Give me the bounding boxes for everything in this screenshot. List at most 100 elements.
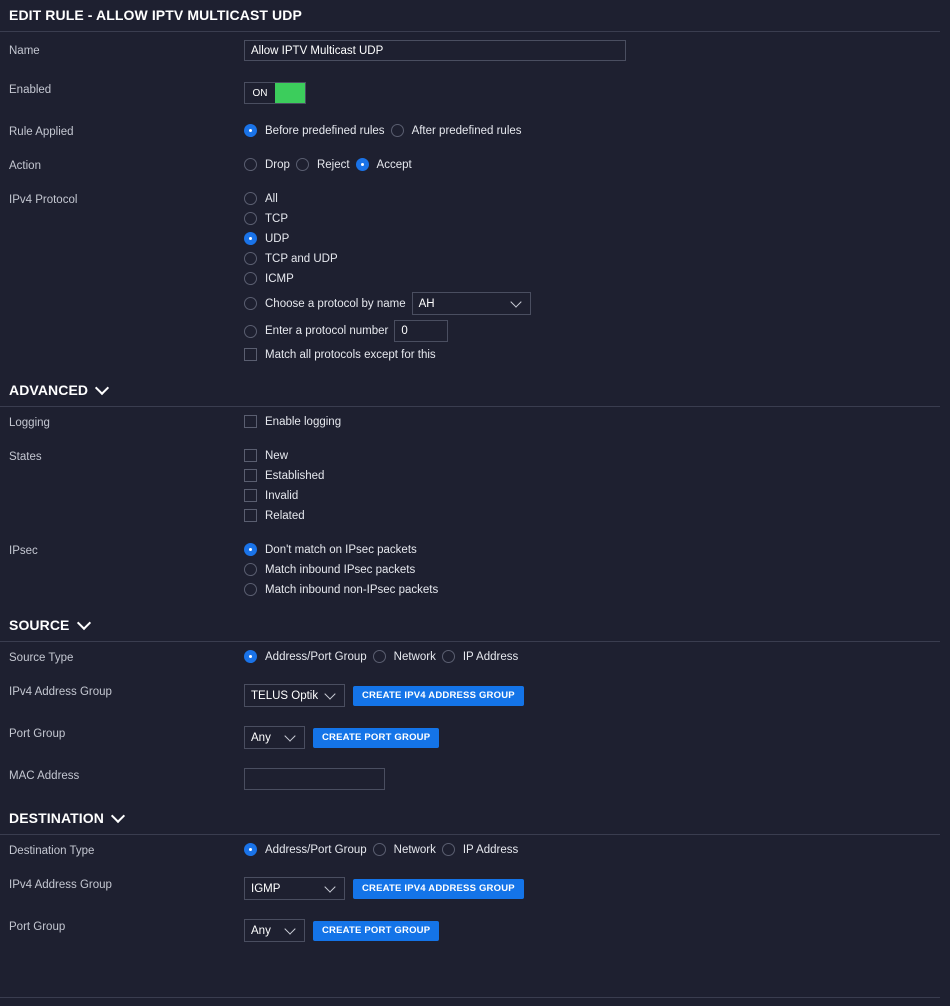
chevron-down-icon — [110, 808, 126, 823]
dest-port-select[interactable]: Any — [244, 919, 305, 942]
dest-group-label: IPv4 Address Group — [9, 879, 112, 891]
radio-selected-icon — [244, 650, 257, 663]
radio-selected-icon — [244, 232, 257, 245]
proto-byname-label: Choose a protocol by name — [265, 297, 406, 310]
proto-udp-radio[interactable]: UDP — [244, 232, 289, 245]
radio-icon — [244, 583, 257, 596]
radio-icon — [244, 297, 257, 310]
state-invalid-label: Invalid — [265, 489, 299, 502]
dest-network-radio[interactable]: Network — [372, 843, 436, 856]
create-port-group-button[interactable]: CREATE PORT GROUP — [313, 920, 440, 941]
name-field[interactable]: Allow IPTV Multicast UDP — [244, 40, 626, 61]
source-addr-radio[interactable]: Address/Port Group — [244, 650, 367, 663]
create-ipv4-group-button[interactable]: CREATE IPV4 ADDRESS GROUP — [353, 685, 524, 706]
chevron-down-icon — [509, 295, 522, 308]
divider — [0, 834, 940, 835]
proto-byname-radio[interactable]: Choose a protocol by name — [244, 297, 406, 310]
radio-icon — [372, 650, 386, 663]
dest-ip-label: IP Address — [462, 843, 519, 856]
radio-selected-icon — [355, 158, 369, 171]
radio-icon — [390, 124, 404, 137]
radio-selected-icon — [244, 843, 257, 856]
dest-group-select[interactable]: IGMP — [244, 877, 345, 900]
source-section-toggle[interactable]: SOURCE — [9, 615, 91, 633]
create-port-group-button[interactable]: CREATE PORT GROUP — [313, 727, 440, 748]
chevron-down-icon — [284, 922, 296, 935]
checkbox-icon — [244, 469, 257, 482]
enable-logging-label: Enable logging — [265, 415, 342, 428]
radio-icon — [295, 158, 309, 171]
checkbox-icon — [244, 449, 257, 462]
chevron-down-icon — [324, 880, 336, 893]
ipsec-inbound-radio[interactable]: Match inbound IPsec packets — [244, 563, 415, 576]
proto-except-checkbox[interactable]: Match all protocols except for this — [244, 348, 436, 361]
proto-all-label: All — [265, 192, 278, 205]
proto-bynumber-radio[interactable]: Enter a protocol number — [244, 324, 388, 338]
source-port-value: Any — [251, 731, 271, 744]
source-network-label: Network — [393, 650, 436, 663]
create-ipv4-group-button[interactable]: CREATE IPV4 ADDRESS GROUP — [353, 878, 524, 899]
dest-ip-radio[interactable]: IP Address — [441, 843, 519, 856]
state-established-label: Established — [265, 469, 325, 482]
dest-group-value: IGMP — [251, 882, 281, 895]
source-heading: SOURCE — [9, 617, 70, 633]
dest-network-label: Network — [393, 843, 436, 856]
proto-icmp-label: ICMP — [265, 272, 294, 285]
source-group-select[interactable]: TELUS Optik — [244, 684, 345, 707]
proto-tcpudp-radio[interactable]: TCP and UDP — [244, 252, 338, 265]
source-ip-radio[interactable]: IP Address — [441, 650, 519, 663]
dest-addr-radio[interactable]: Address/Port Group — [244, 843, 367, 856]
protocol-label: IPv4 Protocol — [9, 194, 78, 206]
ipsec-dont-radio[interactable]: Don't match on IPsec packets — [244, 543, 417, 556]
ipsec-non-radio[interactable]: Match inbound non-IPsec packets — [244, 583, 438, 596]
advanced-section-toggle[interactable]: ADVANCED — [9, 380, 110, 398]
state-invalid-checkbox[interactable]: Invalid — [244, 489, 298, 502]
enabled-label: Enabled — [9, 84, 52, 96]
protocol-name-value: AH — [418, 297, 435, 310]
radio-icon — [441, 843, 455, 856]
action-drop-radio[interactable]: Drop — [244, 158, 290, 171]
checkbox-icon — [244, 415, 257, 428]
state-established-checkbox[interactable]: Established — [244, 469, 324, 482]
state-related-label: Related — [265, 509, 305, 522]
action-accept-label: Accept — [376, 158, 412, 171]
source-port-select[interactable]: Any — [244, 726, 305, 749]
radio-icon — [372, 843, 386, 856]
action-reject-radio[interactable]: Reject — [295, 158, 350, 171]
source-ip-label: IP Address — [462, 650, 519, 663]
destination-section-toggle[interactable]: DESTINATION — [9, 808, 126, 826]
radio-icon — [441, 650, 455, 663]
mac-address-field[interactable] — [244, 768, 385, 790]
enabled-toggle[interactable]: ON — [244, 82, 306, 104]
rule-before-radio[interactable]: Before predefined rules — [244, 124, 385, 137]
ipsec-non-label: Match inbound non-IPsec packets — [265, 583, 439, 596]
proto-all-radio[interactable]: All — [244, 192, 278, 205]
source-group-label: IPv4 Address Group — [9, 686, 112, 698]
chevron-down-icon — [284, 729, 296, 742]
source-port-label: Port Group — [9, 728, 66, 740]
action-reject-label: Reject — [316, 158, 350, 171]
action-drop-label: Drop — [265, 158, 290, 171]
protocol-number-field[interactable]: 0 — [394, 320, 449, 342]
action-accept-radio[interactable]: Accept — [355, 158, 412, 171]
destination-type-label: Destination Type — [9, 845, 95, 857]
state-related-checkbox[interactable]: Related — [244, 509, 305, 522]
state-new-checkbox[interactable]: New — [244, 449, 288, 462]
rule-after-radio[interactable]: After predefined rules — [390, 124, 522, 137]
source-group-value: TELUS Optik — [251, 689, 319, 702]
proto-tcp-radio[interactable]: TCP — [244, 212, 288, 225]
ipsec-inbound-label: Match inbound IPsec packets — [265, 563, 416, 576]
proto-except-label: Match all protocols except for this — [265, 348, 436, 361]
source-network-radio[interactable]: Network — [372, 650, 436, 663]
chevron-down-icon — [95, 380, 110, 395]
radio-icon — [244, 192, 257, 205]
ipsec-label: IPsec — [9, 545, 38, 557]
divider — [0, 997, 940, 998]
page-title: EDIT RULE - ALLOW IPTV MULTICAST UDP — [9, 7, 302, 23]
enable-logging-checkbox[interactable]: Enable logging — [244, 415, 341, 428]
protocol-name-select[interactable]: AH — [411, 292, 531, 315]
proto-icmp-radio[interactable]: ICMP — [244, 272, 294, 285]
source-type-label: Source Type — [9, 652, 74, 664]
logging-label: Logging — [9, 417, 50, 429]
states-label: States — [9, 451, 42, 463]
